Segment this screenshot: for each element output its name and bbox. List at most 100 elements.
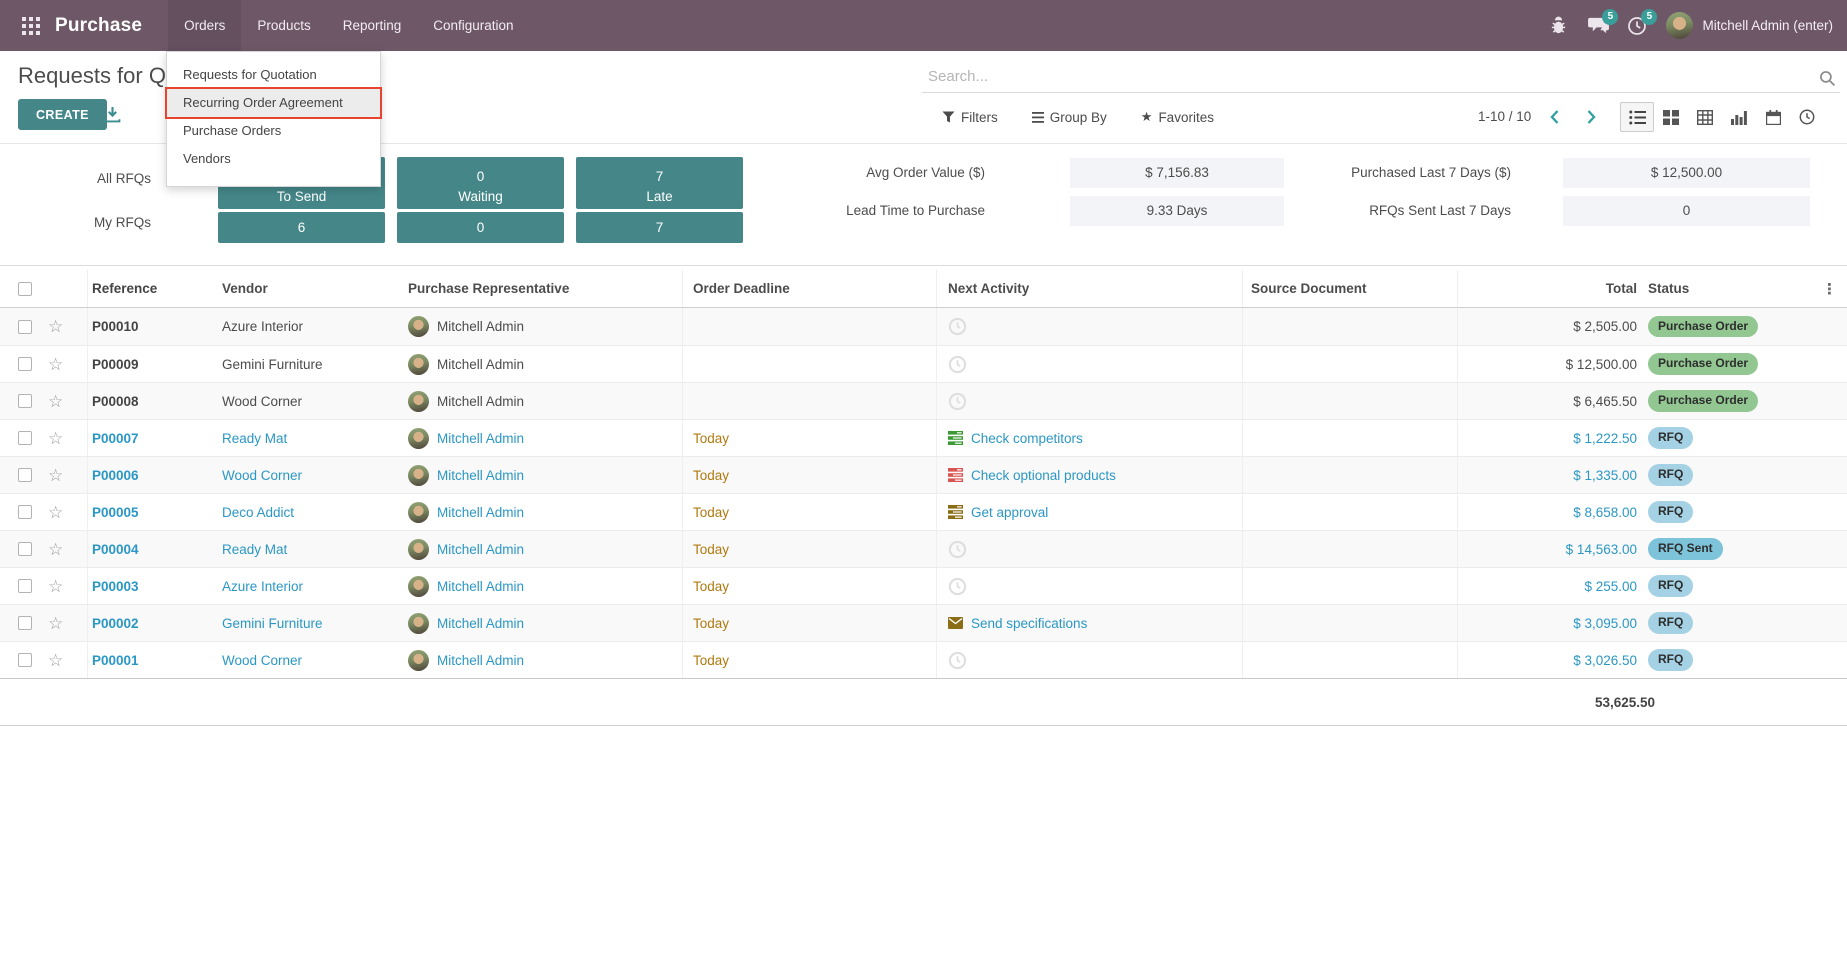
search-icon[interactable] [1819, 70, 1836, 90]
row-checkbox[interactable] [18, 616, 32, 630]
col-next-activity[interactable]: Next Activity [937, 270, 1243, 307]
row-checkbox[interactable] [18, 542, 32, 556]
messages-icon[interactable]: 5 [1588, 16, 1608, 36]
envelope-icon [948, 617, 963, 629]
table-row[interactable]: ☆P00010Azure InteriorMitchell Admin$ 2,5… [0, 308, 1847, 345]
kpi-my-to-send-button[interactable]: 6 [218, 212, 385, 243]
row-reference: P00004 [88, 531, 222, 567]
nav-menu-configuration[interactable]: Configuration [417, 0, 529, 51]
row-vendor: Gemini Furniture [222, 605, 404, 641]
pager-next-icon[interactable] [1580, 106, 1602, 128]
orders-menu-item[interactable]: Requests for Quotation [167, 61, 380, 89]
user-menu[interactable]: Mitchell Admin (enter) [1666, 12, 1833, 39]
favorite-star-icon[interactable]: ☆ [48, 615, 63, 632]
kpi-late-button[interactable]: 7 Late [576, 157, 743, 209]
orders-menu-item[interactable]: Recurring Order Agreement [167, 89, 380, 117]
search-input[interactable] [922, 65, 1840, 93]
row-checkbox[interactable] [18, 579, 32, 593]
nav-menu-orders[interactable]: Orders [168, 0, 241, 51]
kpi-my-waiting-button[interactable]: 0 [397, 212, 564, 243]
row-source-document [1243, 346, 1458, 382]
col-source-document[interactable]: Source Document [1243, 270, 1458, 307]
my-rfqs-label: My RFQs [21, 215, 151, 230]
optional-columns-icon[interactable]: ⋮ [1822, 280, 1837, 298]
favorite-star-icon[interactable]: ☆ [48, 467, 63, 484]
kpi-waiting-button[interactable]: 0 Waiting [397, 157, 564, 209]
clock-icon [948, 317, 967, 336]
pager-previous-icon[interactable] [1544, 106, 1566, 128]
nav-menu-reporting[interactable]: Reporting [327, 0, 418, 51]
row-next-activity: Send specifications [937, 605, 1243, 641]
export-download-icon[interactable] [104, 106, 121, 126]
debug-bug-icon[interactable] [1549, 16, 1569, 36]
calendar-view-icon[interactable] [1756, 102, 1790, 132]
row-checkbox[interactable] [18, 394, 32, 408]
row-total: $ 3,026.50 [1458, 642, 1637, 678]
favorite-star-icon[interactable]: ☆ [48, 318, 63, 335]
nav-menu-products[interactable]: Products [241, 0, 326, 51]
favorite-star-icon[interactable]: ☆ [48, 541, 63, 558]
apps-grid-icon[interactable] [22, 17, 40, 35]
row-checkbox[interactable] [18, 320, 32, 334]
col-order-deadline[interactable]: Order Deadline [683, 270, 937, 307]
purchased-last7-label: Purchased Last 7 Days ($) [1276, 158, 1511, 188]
table-row[interactable]: ☆P00005Deco AddictMitchell AdminTodayGet… [0, 493, 1847, 530]
activity-link[interactable]: Get approval [971, 505, 1048, 520]
row-checkbox[interactable] [18, 505, 32, 519]
graph-view-icon[interactable] [1722, 102, 1756, 132]
favorite-star-icon[interactable]: ☆ [48, 356, 63, 373]
row-reference: P00005 [88, 494, 222, 530]
table-row[interactable]: ☆P00001Wood CornerMitchell AdminToday$ 3… [0, 641, 1847, 678]
table-row[interactable]: ☆P00003Azure InteriorMitchell AdminToday… [0, 567, 1847, 604]
row-total: $ 1,335.00 [1458, 457, 1637, 493]
group-by-bars-icon [1032, 112, 1044, 123]
row-representative: Mitchell Admin [404, 383, 683, 419]
favorite-star-icon[interactable]: ☆ [48, 578, 63, 595]
favorite-star-icon[interactable]: ☆ [48, 652, 63, 669]
orders-menu-item[interactable]: Purchase Orders [167, 117, 380, 145]
table-row[interactable]: ☆P00009Gemini FurnitureMitchell Admin$ 1… [0, 345, 1847, 382]
status-badge: RFQ [1648, 464, 1693, 485]
row-checkbox[interactable] [18, 653, 32, 667]
favorite-star-icon[interactable]: ☆ [48, 393, 63, 410]
favorites-button[interactable]: ★ Favorites [1141, 109, 1214, 125]
create-button[interactable]: CREATE [18, 99, 107, 130]
kpi-my-late-button[interactable]: 7 [576, 212, 743, 243]
col-purchase-representative[interactable]: Purchase Representative [404, 270, 683, 307]
list-view-icon[interactable] [1620, 102, 1654, 132]
activity-link[interactable]: Check competitors [971, 431, 1083, 446]
activity-link[interactable]: Send specifications [971, 616, 1087, 631]
status-badge: RFQ [1648, 649, 1693, 670]
col-vendor[interactable]: Vendor [222, 270, 404, 307]
row-total: $ 2,505.00 [1458, 308, 1637, 345]
select-all-checkbox[interactable] [18, 282, 32, 296]
row-reference: P00007 [88, 420, 222, 456]
table-row[interactable]: ☆P00008Wood CornerMitchell Admin$ 6,465.… [0, 382, 1847, 419]
col-status[interactable]: Status [1637, 270, 1847, 307]
pivot-view-icon[interactable] [1688, 102, 1722, 132]
row-checkbox[interactable] [18, 468, 32, 482]
row-next-activity [937, 383, 1243, 419]
table-row[interactable]: ☆P00007Ready MatMitchell AdminTodayCheck… [0, 419, 1847, 456]
row-source-document [1243, 383, 1458, 419]
row-next-activity: Check competitors [937, 420, 1243, 456]
kanban-view-icon[interactable] [1654, 102, 1688, 132]
table-row[interactable]: ☆P00006Wood CornerMitchell AdminTodayChe… [0, 456, 1847, 493]
table-row[interactable]: ☆P00002Gemini FurnitureMitchell AdminTod… [0, 604, 1847, 641]
status-badge: Purchase Order [1648, 353, 1758, 374]
activities-icon[interactable]: 5 [1627, 16, 1647, 36]
row-deadline: Today [683, 642, 937, 678]
col-reference[interactable]: Reference [88, 270, 222, 307]
table-row[interactable]: ☆P00004Ready MatMitchell AdminToday$ 14,… [0, 530, 1847, 567]
row-source-document [1243, 531, 1458, 567]
row-checkbox[interactable] [18, 357, 32, 371]
group-by-button[interactable]: Group By [1032, 110, 1107, 125]
favorite-star-icon[interactable]: ☆ [48, 504, 63, 521]
row-checkbox[interactable] [18, 431, 32, 445]
orders-menu-item[interactable]: Vendors [167, 145, 380, 173]
col-total[interactable]: Total [1458, 270, 1637, 307]
filters-button[interactable]: Filters [942, 110, 998, 125]
activity-view-icon[interactable] [1790, 102, 1824, 132]
favorite-star-icon[interactable]: ☆ [48, 430, 63, 447]
activity-link[interactable]: Check optional products [971, 468, 1116, 483]
